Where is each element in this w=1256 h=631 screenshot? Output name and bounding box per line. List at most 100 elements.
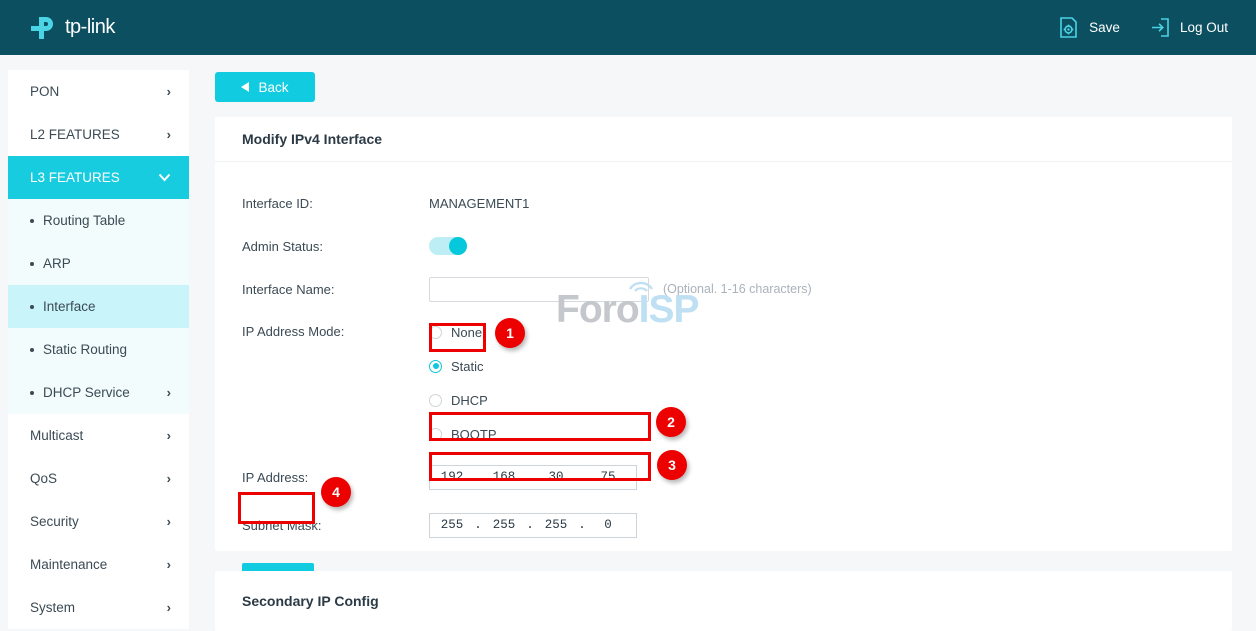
bullet-icon	[30, 348, 34, 352]
dot-separator: .	[526, 518, 534, 532]
sidebar-submenu-l3: Routing Table ARP Interface Static Routi…	[8, 199, 189, 414]
sidebar-item-interface[interactable]: Interface	[8, 285, 189, 328]
ip-octet-3[interactable]	[534, 469, 578, 485]
interface-name-hint: (Optional. 1-16 characters)	[663, 282, 812, 296]
sidebar-item-multicast[interactable]: Multicast ›	[8, 414, 189, 457]
admin-status-toggle[interactable]	[429, 237, 467, 255]
radio-label: DHCP	[451, 393, 488, 408]
radio-option-none[interactable]: None	[429, 320, 497, 344]
logout-label: Log Out	[1180, 20, 1228, 35]
tplink-logo-text: tp-link	[65, 16, 115, 39]
bullet-icon	[30, 305, 34, 309]
app-header: tp-link Save Log Out	[0, 0, 1256, 55]
modify-ipv4-interface-panel: Modify IPv4 Interface Interface ID: MANA…	[215, 117, 1232, 551]
ip-address-label: IP Address:	[242, 470, 429, 485]
sidebar-subitem-label: ARP	[43, 256, 71, 271]
ip-octet-1[interactable]	[430, 469, 474, 485]
chevron-right-icon: ›	[167, 600, 171, 615]
sidebar-item-maintenance[interactable]: Maintenance ›	[8, 543, 189, 586]
radio-label: BOOTP	[451, 427, 497, 442]
chevron-right-icon: ›	[167, 557, 171, 572]
tplink-logo: tp-link	[28, 13, 115, 43]
dot-separator: .	[578, 470, 586, 484]
mask-octet-3[interactable]	[534, 517, 578, 533]
back-label: Back	[258, 80, 288, 95]
sidebar-item-arp[interactable]: ARP	[8, 242, 189, 285]
sidebar-item-l2-features[interactable]: L2 FEATURES ›	[8, 113, 189, 156]
radio-label: None	[451, 325, 482, 340]
sidebar-subitem-label: Routing Table	[43, 213, 125, 228]
radio-icon	[429, 326, 442, 339]
bullet-icon	[30, 262, 34, 266]
sidebar-item-label: L3 FEATURES	[30, 170, 120, 185]
interface-form: Interface ID: MANAGEMENT1 Admin Status: …	[215, 162, 1232, 596]
radio-icon	[429, 394, 442, 407]
chevron-right-icon: ›	[167, 127, 171, 142]
secondary-panel-title: Secondary IP Config	[215, 571, 1232, 631]
sidebar-subitem-label: Static Routing	[43, 342, 127, 357]
sidebar-item-label: Security	[30, 514, 79, 529]
logout-arrow-icon	[1148, 16, 1171, 39]
toggle-knob	[449, 237, 467, 255]
subnet-mask-label: Subnet Mask:	[242, 518, 429, 533]
bullet-icon	[30, 391, 34, 395]
mask-octet-4[interactable]	[586, 517, 630, 533]
row-admin-status: Admin Status:	[242, 227, 1232, 265]
subnet-mask-input[interactable]: . . .	[429, 513, 637, 538]
row-interface-id: Interface ID: MANAGEMENT1	[242, 184, 1232, 222]
secondary-ip-config-panel: Secondary IP Config	[215, 571, 1232, 631]
row-ip-address-mode: IP Address Mode: None Static DHCP	[242, 320, 1232, 456]
save-label: Save	[1089, 20, 1120, 35]
chevron-right-icon: ›	[167, 471, 171, 486]
radio-label: Static	[451, 359, 484, 374]
radio-option-dhcp[interactable]: DHCP	[429, 388, 497, 412]
sidebar-item-dhcp-service[interactable]: DHCP Service ›	[8, 371, 189, 414]
sidebar-item-label: System	[30, 600, 75, 615]
main-content: Back Modify IPv4 Interface Interface ID:…	[189, 55, 1256, 625]
sidebar-item-pon[interactable]: PON ›	[8, 70, 189, 113]
ip-address-input[interactable]: . . .	[429, 465, 637, 490]
sidebar-item-label: L2 FEATURES	[30, 127, 120, 142]
radio-option-bootp[interactable]: BOOTP	[429, 422, 497, 446]
sidebar-item-static-routing[interactable]: Static Routing	[8, 328, 189, 371]
sidebar-item-system[interactable]: System ›	[8, 586, 189, 629]
sidebar-item-security[interactable]: Security ›	[8, 500, 189, 543]
mask-octet-1[interactable]	[430, 517, 474, 533]
page-title: Modify IPv4 Interface	[215, 117, 1232, 162]
sidebar-subitem-label: DHCP Service	[43, 385, 130, 400]
dot-separator: .	[474, 470, 482, 484]
save-button[interactable]: Save	[1057, 16, 1120, 39]
sidebar-subitem-label: Interface	[43, 299, 96, 314]
row-interface-name: Interface Name: (Optional. 1-16 characte…	[242, 270, 1232, 308]
logout-button[interactable]: Log Out	[1148, 16, 1228, 39]
admin-status-label: Admin Status:	[242, 239, 429, 254]
sidebar-item-label: QoS	[30, 471, 57, 486]
mask-octet-2[interactable]	[482, 517, 526, 533]
sidebar-item-label: Multicast	[30, 428, 83, 443]
sidebar-item-l3-features[interactable]: L3 FEATURES	[8, 156, 189, 199]
back-button[interactable]: Back	[215, 72, 315, 102]
sidebar-item-routing-table[interactable]: Routing Table	[8, 199, 189, 242]
chevron-right-icon: ›	[167, 428, 171, 443]
bullet-icon	[30, 219, 34, 223]
radio-icon	[429, 428, 442, 441]
sidebar-item-label: PON	[30, 84, 59, 99]
dot-separator: .	[474, 518, 482, 532]
ip-octet-4[interactable]	[586, 469, 630, 485]
sidebar: PON › L2 FEATURES › L3 FEATURES Routing …	[8, 70, 189, 629]
triangle-left-icon	[241, 82, 249, 92]
row-ip-address: IP Address: . . .	[242, 458, 1232, 496]
chevron-right-icon: ›	[167, 514, 171, 529]
dot-separator: .	[526, 470, 534, 484]
row-subnet-mask: Subnet Mask: . . .	[242, 506, 1232, 544]
chevron-right-icon: ›	[167, 385, 171, 400]
radio-option-static[interactable]: Static	[429, 354, 497, 378]
interface-id-value: MANAGEMENT1	[429, 196, 529, 211]
tplink-logo-mark	[28, 13, 58, 43]
sidebar-item-qos[interactable]: QoS ›	[8, 457, 189, 500]
chevron-right-icon: ›	[167, 84, 171, 99]
radio-icon-selected	[429, 360, 442, 373]
ip-address-mode-label: IP Address Mode:	[242, 320, 429, 339]
ip-octet-2[interactable]	[482, 469, 526, 485]
interface-name-input[interactable]	[429, 277, 649, 302]
